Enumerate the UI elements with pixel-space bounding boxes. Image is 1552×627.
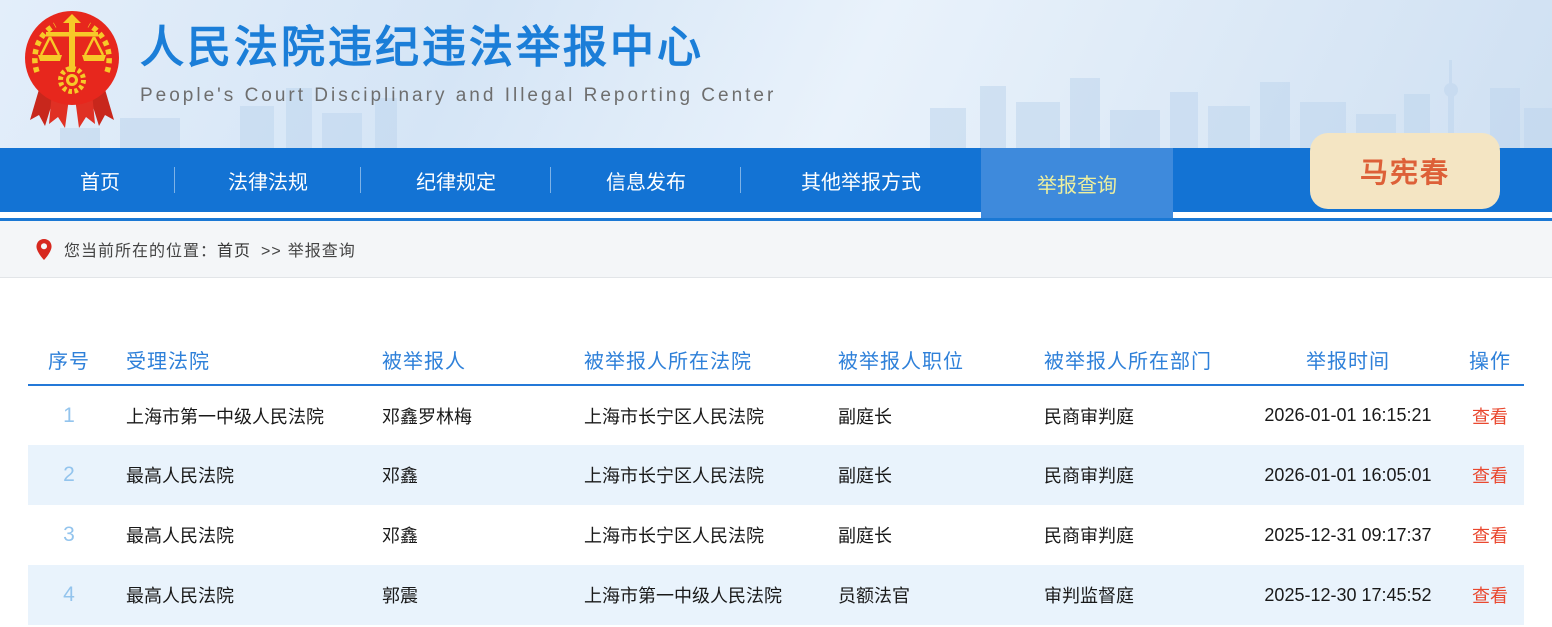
nav-item-other-report-methods[interactable]: 其他举报方式: [741, 148, 981, 212]
page-subtitle: People's Court Disciplinary and Illegal …: [140, 85, 776, 107]
cell-accepting-court: 最高人民法院: [110, 565, 366, 625]
cell-position: 副庭长: [822, 505, 1028, 565]
cell-accepting-court: 上海市第一中级人民法院: [110, 385, 366, 445]
view-link[interactable]: 查看: [1472, 466, 1508, 486]
report-query-results: 序号 受理法院 被举报人 被举报人所在法院 被举报人职位 被举报人所在部门 举报…: [28, 335, 1524, 625]
nav-item-label: 纪律规定: [416, 166, 496, 195]
cell-action: 查看: [1456, 565, 1524, 625]
view-link[interactable]: 查看: [1472, 526, 1508, 546]
table-row: 4 最高人民法院 郭震 上海市第一中级人民法院 员额法官 审判监督庭 2025-…: [28, 565, 1524, 625]
cell-reported-person: 邓鑫: [366, 445, 568, 505]
cell-person-court: 上海市长宁区人民法院: [568, 385, 822, 445]
column-header-position: 被举报人职位: [822, 335, 1028, 385]
court-emblem-icon: [22, 6, 122, 134]
breadcrumb-prefix: 您当前所在的位置：: [64, 243, 217, 260]
site-header: 人民法院违纪违法举报中心 People's Court Disciplinary…: [0, 0, 1552, 148]
breadcrumb-current: 举报查询: [288, 243, 356, 260]
cell-action: 查看: [1456, 505, 1524, 565]
column-header-report-time: 举报时间: [1240, 335, 1456, 385]
cell-department: 民商审判庭: [1028, 385, 1240, 445]
nav-item-home[interactable]: 首页: [25, 148, 175, 212]
court-emblem-logo: [22, 6, 122, 134]
cell-position: 副庭长: [822, 385, 1028, 445]
column-header-action: 操作: [1456, 335, 1524, 385]
cell-position: 员额法官: [822, 565, 1028, 625]
cell-person-court: 上海市长宁区人民法院: [568, 505, 822, 565]
table-row: 1 上海市第一中级人民法院 邓鑫罗林梅 上海市长宁区人民法院 副庭长 民商审判庭…: [28, 385, 1524, 445]
column-header-index: 序号: [28, 335, 110, 385]
location-pin-icon: [36, 239, 52, 260]
cell-department: 审判监督庭: [1028, 565, 1240, 625]
nav-item-discipline-rules[interactable]: 纪律规定: [361, 148, 551, 212]
cell-reported-person: 郭震: [366, 565, 568, 625]
column-header-department: 被举报人所在部门: [1028, 335, 1240, 385]
cell-index: 4: [28, 565, 110, 625]
user-name-badge[interactable]: 马宪春: [1310, 133, 1500, 209]
table-header-row: 序号 受理法院 被举报人 被举报人所在法院 被举报人职位 被举报人所在部门 举报…: [28, 335, 1524, 385]
nav-item-news[interactable]: 信息发布: [551, 148, 741, 212]
breadcrumb: 您当前所在的位置：首页 >> 举报查询: [0, 221, 1552, 278]
cell-index: 2: [28, 445, 110, 505]
cell-report-time: 2026-01-01 16:15:21: [1240, 385, 1456, 445]
cell-action: 查看: [1456, 385, 1524, 445]
cell-report-time: 2025-12-30 17:45:52: [1240, 565, 1456, 625]
cell-reported-person: 邓鑫: [366, 505, 568, 565]
view-link[interactable]: 查看: [1472, 586, 1508, 606]
main-nav: 首页 法律法规 纪律规定 信息发布 其他举报方式 举报查询 马宪春: [0, 148, 1552, 212]
cell-reported-person: 邓鑫罗林梅: [366, 385, 568, 445]
cell-person-court: 上海市长宁区人民法院: [568, 445, 822, 505]
nav-item-laws[interactable]: 法律法规: [175, 148, 361, 212]
cell-person-court: 上海市第一中级人民法院: [568, 565, 822, 625]
table-row: 2 最高人民法院 邓鑫 上海市长宁区人民法院 副庭长 民商审判庭 2026-01…: [28, 445, 1524, 505]
breadcrumb-separator: >>: [261, 243, 282, 260]
cell-report-time: 2025-12-31 09:17:37: [1240, 505, 1456, 565]
cell-department: 民商审判庭: [1028, 445, 1240, 505]
column-header-person-court: 被举报人所在法院: [568, 335, 822, 385]
table-row: 3 最高人民法院 邓鑫 上海市长宁区人民法院 副庭长 民商审判庭 2025-12…: [28, 505, 1524, 565]
cell-action: 查看: [1456, 445, 1524, 505]
cell-index: 1: [28, 385, 110, 445]
cell-report-time: 2026-01-01 16:05:01: [1240, 445, 1456, 505]
nav-item-label: 首页: [80, 166, 120, 195]
view-link[interactable]: 查看: [1472, 407, 1508, 427]
nav-item-label: 举报查询: [1037, 169, 1117, 198]
page-title: 人民法院违纪违法举报中心: [140, 18, 776, 77]
report-table: 序号 受理法院 被举报人 被举报人所在法院 被举报人职位 被举报人所在部门 举报…: [28, 335, 1524, 625]
nav-item-label: 法律法规: [228, 166, 308, 195]
cell-accepting-court: 最高人民法院: [110, 445, 366, 505]
breadcrumb-home-link[interactable]: 首页: [217, 243, 251, 260]
cell-department: 民商审判庭: [1028, 505, 1240, 565]
cell-position: 副庭长: [822, 445, 1028, 505]
nav-item-label: 其他举报方式: [801, 166, 921, 195]
cell-index: 3: [28, 505, 110, 565]
nav-item-label: 信息发布: [606, 166, 686, 195]
column-header-accepting-court: 受理法院: [110, 335, 366, 385]
cell-accepting-court: 最高人民法院: [110, 505, 366, 565]
column-header-reported-person: 被举报人: [366, 335, 568, 385]
nav-item-report-query-active[interactable]: 举报查询: [981, 148, 1173, 218]
